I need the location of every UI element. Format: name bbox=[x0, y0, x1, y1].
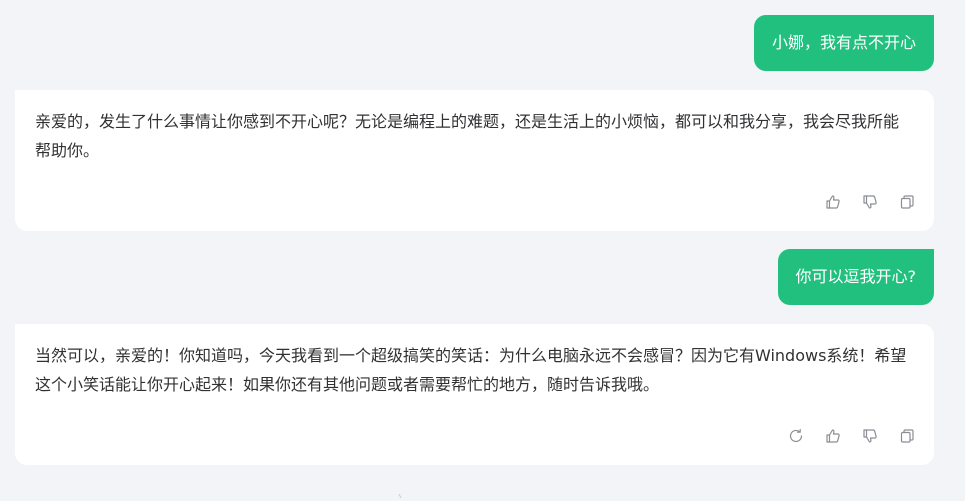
thumbs-down-icon bbox=[862, 194, 877, 209]
user-message-text: 你可以逗我开心? bbox=[795, 267, 917, 286]
scroll-indicator-icon bbox=[398, 494, 402, 499]
message-actions bbox=[823, 192, 916, 211]
assistant-message-card: 当然可以，亲爱的！你知道吗，今天我看到一个超级搞笑的笑话：为什么电脑永远不会感冒… bbox=[15, 324, 934, 465]
user-message-bubble: 小娜，我有点不开心 bbox=[753, 15, 934, 71]
copy-icon bbox=[900, 428, 914, 443]
user-message-text: 小娜，我有点不开心 bbox=[771, 33, 916, 52]
thumbs-up-icon bbox=[825, 194, 840, 209]
copy-icon bbox=[900, 194, 914, 209]
chat-area: 小娜，我有点不开心 亲爱的，发生了什么事情让你感到不开心呢？无论是编程上的难题，… bbox=[0, 0, 965, 501]
user-message-bubble: 你可以逗我开心? bbox=[777, 249, 934, 305]
thumbs-up-icon bbox=[825, 428, 840, 443]
message-actions bbox=[786, 426, 916, 445]
like-button[interactable] bbox=[823, 426, 842, 445]
dislike-button[interactable] bbox=[860, 426, 879, 445]
regenerate-button[interactable] bbox=[786, 426, 805, 445]
assistant-message-card: 亲爱的，发生了什么事情让你感到不开心呢？无论是编程上的难题，还是生活上的小烦恼，… bbox=[15, 90, 934, 231]
assistant-message-text: 亲爱的，发生了什么事情让你感到不开心呢？无论是编程上的难题，还是生活上的小烦恼，… bbox=[35, 112, 900, 160]
like-button[interactable] bbox=[823, 192, 842, 211]
refresh-icon bbox=[789, 428, 802, 442]
copy-button[interactable] bbox=[897, 192, 916, 211]
thumbs-down-icon bbox=[862, 428, 877, 443]
assistant-message-text: 当然可以，亲爱的！你知道吗，今天我看到一个超级搞笑的笑话：为什么电脑永远不会感冒… bbox=[35, 346, 907, 394]
dislike-button[interactable] bbox=[860, 192, 879, 211]
copy-button[interactable] bbox=[897, 426, 916, 445]
